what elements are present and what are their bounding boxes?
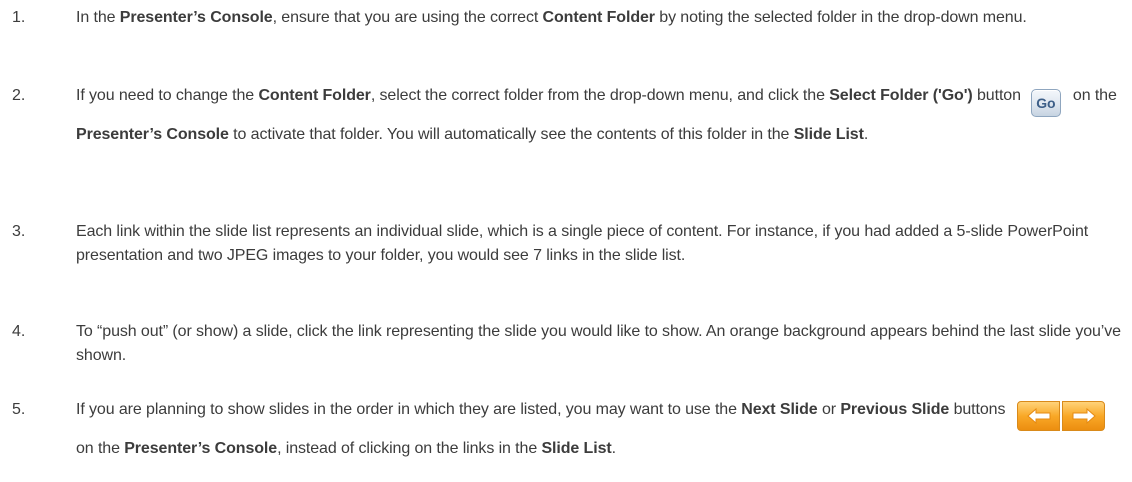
slide-nav-buttons <box>1017 401 1106 431</box>
left-arrow-icon <box>1017 401 1061 431</box>
step-text: If you need to change the Content Folder… <box>76 78 1126 152</box>
text-run: on the <box>76 440 125 457</box>
step-number: 3. <box>12 223 26 240</box>
bold-term: Previous Slide <box>840 401 950 418</box>
text-run: , ensure that you are using the correct <box>272 9 543 26</box>
step-text: To “push out” (or show) a slide, click t… <box>76 323 1121 364</box>
step-text: If you are planning to show slides in th… <box>76 392 1126 466</box>
bold-term: Slide List <box>793 126 864 143</box>
text-run: In the <box>76 9 120 26</box>
text-run: If you are planning to show slides in th… <box>76 401 742 418</box>
bold-term: Select Folder ('Go') <box>829 87 973 104</box>
step-text: In the Presenter’s Console, ensure that … <box>76 6 1126 30</box>
text-run: button <box>972 87 1021 104</box>
step-number: 4. <box>12 323 26 340</box>
bold-term: Content Folder <box>258 87 371 104</box>
text-run: by noting the selected folder in the dro… <box>654 9 1027 26</box>
bold-term: Presenter’s Console <box>76 126 229 143</box>
go-button-icon: Go <box>1030 89 1061 117</box>
step-number: 1. <box>12 9 26 26</box>
text-run: , instead of clicking on the links in th… <box>277 440 542 457</box>
text-run: buttons <box>949 401 1006 418</box>
text-run: . <box>611 440 616 457</box>
bold-term: Next Slide <box>741 401 818 418</box>
bold-term: Slide List <box>541 440 612 457</box>
bold-term: Presenter’s Console <box>124 440 278 457</box>
step-text: Each link within the slide list represen… <box>76 223 1089 264</box>
bold-term: Presenter’s Console <box>119 9 273 26</box>
instructions-document: 1. In the Presenter’s Console, ensure th… <box>0 0 1132 482</box>
text-run: . <box>863 126 869 143</box>
step-number: 2. <box>12 87 26 104</box>
bold-term: Content Folder <box>542 9 655 26</box>
text-run: to activate that folder. You will automa… <box>228 126 794 143</box>
text-run: on the <box>1072 87 1117 104</box>
text-run: If you need to change the <box>76 87 259 104</box>
right-arrow-icon <box>1062 401 1106 431</box>
step-number: 5. <box>12 401 26 418</box>
text-run: or <box>817 401 841 418</box>
text-run: , select the correct folder from the dro… <box>370 87 830 104</box>
